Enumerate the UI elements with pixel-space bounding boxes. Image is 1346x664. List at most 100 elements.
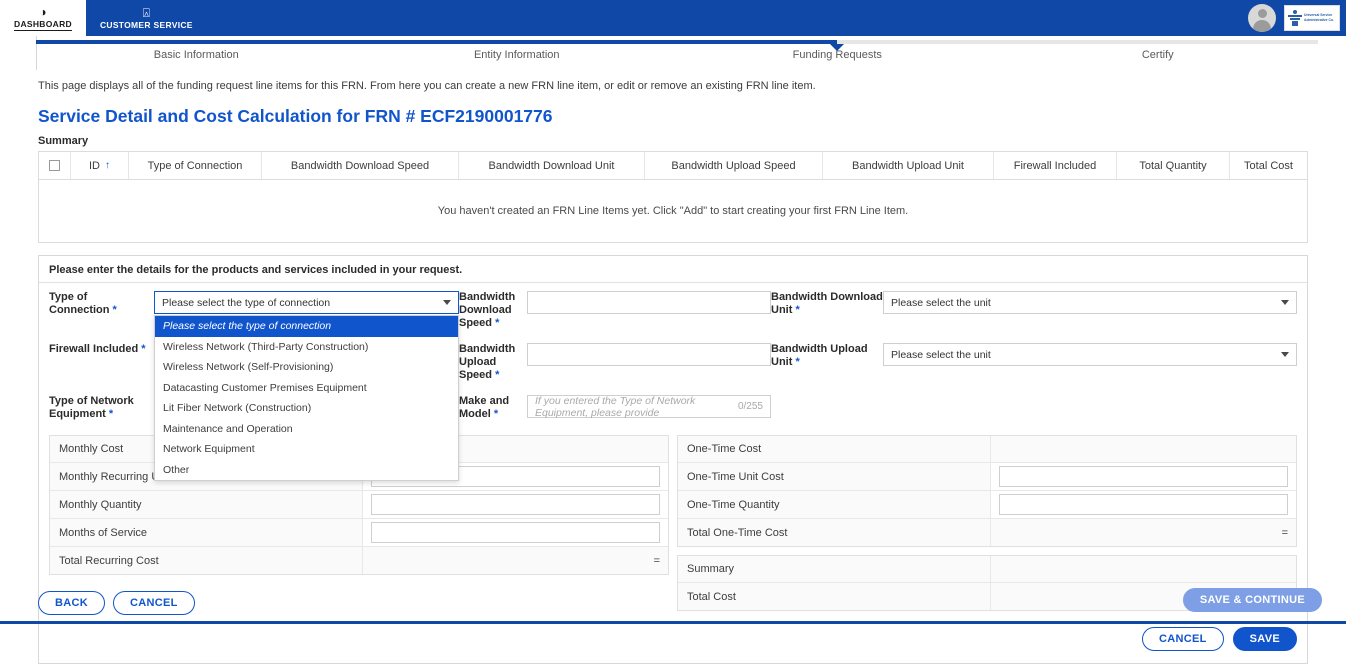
summary-header-type-of-connection[interactable]: Type of Connection: [129, 152, 262, 179]
footer-right-actions: SAVE & CONTINUE: [1182, 588, 1322, 612]
cost-row-value[interactable]: [991, 463, 1296, 490]
cost-row-label: Total One-Time Cost: [678, 519, 991, 546]
summary-header-id[interactable]: ID ↑: [71, 152, 129, 179]
summary-empty-message: You haven't created an FRN Line Items ye…: [437, 205, 909, 217]
onetime-cost-table: One-Time Cost One-Time Unit Cost One-Time …: [677, 435, 1297, 547]
type-of-connection-placeholder: Please select the type of connection: [162, 296, 331, 309]
label-bandwidth-download-unit: Bandwidth Download Unit *: [771, 291, 883, 316]
make-and-model-char-counter: 0/255: [737, 401, 763, 412]
dropdown-option[interactable]: Other: [155, 460, 458, 481]
dropdown-option[interactable]: Wireless Network (Third-Party Constructi…: [155, 337, 458, 358]
cost-row: Summary: [678, 556, 1296, 583]
cost-row-label: One-Time Cost: [678, 436, 991, 462]
dropdown-option[interactable]: Maintenance and Operation: [155, 419, 458, 440]
cost-input[interactable]: [371, 494, 660, 515]
cost-row: One-Time Cost: [678, 436, 1296, 463]
summary-header-bandwidth-upload-speed[interactable]: Bandwidth Upload Speed: [645, 152, 823, 179]
bandwidth-download-speed-input[interactable]: [527, 291, 771, 314]
step-funding-requests[interactable]: Funding Requests: [677, 49, 998, 61]
detail-form-area: Type of Connection * Please select the t…: [39, 283, 1307, 481]
cost-row: One-Time Quantity: [678, 491, 1296, 519]
type-of-connection-select[interactable]: Please select the type of connection: [154, 291, 459, 314]
cost-row-value: =: [991, 519, 1296, 546]
type-of-connection-dropdown[interactable]: Please select the type of connection Wire…: [154, 315, 459, 481]
cost-input[interactable]: [999, 494, 1288, 515]
select-all-checkbox[interactable]: [49, 160, 60, 171]
label-bandwidth-upload-unit: Bandwidth Upload Unit *: [771, 343, 868, 368]
label-bandwidth-download-speed: Bandwidth Download Speed *: [459, 291, 516, 329]
cost-row-label: Months of Service: [50, 519, 363, 546]
bandwidth-upload-speed-input[interactable]: [527, 343, 771, 366]
computed-equals-sign: =: [653, 554, 660, 567]
dropdown-option[interactable]: Please select the type of connection: [155, 316, 458, 337]
summary-caption: Summary: [38, 135, 89, 147]
dropdown-option[interactable]: Wireless Network (Self-Provisioning): [155, 357, 458, 378]
step-entity-information[interactable]: Entity Information: [357, 49, 678, 61]
cost-row: Total One-Time Cost =: [678, 519, 1296, 546]
cost-input[interactable]: [371, 522, 660, 543]
make-and-model-placeholder: If you entered the Type of Network Equip…: [535, 394, 696, 419]
detail-panel-header: Please enter the details for the product…: [39, 256, 1307, 283]
nav-item-customer-service[interactable]: ⍓ CUSTOMER SERVICE: [86, 0, 207, 36]
cost-row-value[interactable]: [991, 491, 1296, 518]
cost-row-label: Total Recurring Cost: [50, 547, 363, 574]
label-bandwidth-upload-speed: Bandwidth Upload Speed *: [459, 343, 516, 381]
dropdown-option[interactable]: Lit Fiber Network (Construction): [155, 398, 458, 419]
save-and-continue-button[interactable]: SAVE & CONTINUE: [1182, 588, 1322, 612]
chevron-down-icon: [1281, 300, 1289, 305]
cost-row-value: [991, 436, 1296, 462]
top-navigation-bar: ◑ DASHBOARD ⍓ CUSTOMER SERVICE Universal…: [0, 0, 1346, 36]
dashboard-gauge-icon: ◑: [39, 4, 47, 19]
cost-row-value[interactable]: [363, 519, 668, 546]
footer-left-actions: BACK CANCEL: [38, 591, 195, 615]
detail-cancel-button[interactable]: CANCEL: [1142, 627, 1224, 651]
cost-input[interactable]: [999, 466, 1288, 487]
usac-logo-text: Universal Service Administrative Co.: [1304, 13, 1334, 22]
page-title: Service Detail and Cost Calculation for …: [38, 106, 553, 126]
label-firewall-included: Firewall Included *: [49, 343, 146, 355]
bandwidth-upload-unit-select[interactable]: Please select the unit: [883, 343, 1297, 366]
sort-ascending-icon: ↑: [105, 160, 110, 171]
cost-row-value[interactable]: [363, 491, 668, 518]
make-and-model-input[interactable]: If you entered the Type of Network Equip…: [527, 394, 771, 419]
summary-header-bandwidth-download-speed[interactable]: Bandwidth Download Speed: [262, 152, 459, 179]
detail-panel-actions: CANCEL SAVE: [39, 621, 1307, 663]
summary-header-total-quantity[interactable]: Total Quantity: [1117, 152, 1230, 179]
summary-header-bandwidth-upload-unit[interactable]: Bandwidth Upload Unit: [823, 152, 994, 179]
computed-equals-sign: =: [1281, 526, 1288, 539]
summary-table: ID ↑ Type of Connection Bandwidth Downlo…: [38, 151, 1308, 243]
label-type-of-network-equipment: Type of Network Equipment *: [49, 395, 134, 420]
page-intro-text: This page displays all of the funding re…: [38, 80, 816, 92]
nav-right-cluster: Universal Service Administrative Co.: [1248, 0, 1346, 36]
dropdown-option[interactable]: Network Equipment: [155, 439, 458, 460]
nav-item-dashboard[interactable]: ◑ DASHBOARD: [0, 0, 86, 36]
bandwidth-upload-unit-placeholder: Please select the unit: [891, 348, 991, 361]
page-footer: BACK CANCEL SAVE & CONTINUE: [0, 588, 1346, 624]
usac-logo-mark-icon: [1288, 10, 1302, 26]
cost-row-value: =: [363, 547, 668, 574]
footer-cancel-button[interactable]: CANCEL: [112, 591, 195, 615]
step-certify[interactable]: Certify: [998, 49, 1319, 61]
cost-row-value: [991, 556, 1296, 582]
stepper-labels: Basic Information Entity Information Fun…: [36, 49, 1318, 61]
summary-header-firewall-included[interactable]: Firewall Included: [994, 152, 1117, 179]
chevron-down-icon: [443, 300, 451, 305]
usac-logo: Universal Service Administrative Co.: [1284, 5, 1340, 31]
avatar[interactable]: [1248, 4, 1276, 32]
summary-header-total-cost[interactable]: Total Cost: [1230, 152, 1307, 179]
bandwidth-download-unit-select[interactable]: Please select the unit: [883, 291, 1297, 314]
back-button[interactable]: BACK: [38, 591, 105, 615]
cost-row: Months of Service: [50, 519, 668, 547]
cost-row: Total Recurring Cost =: [50, 547, 668, 574]
cost-row: One-Time Unit Cost: [678, 463, 1296, 491]
cost-row-label: One-Time Unit Cost: [678, 463, 991, 490]
dropdown-option[interactable]: Datacasting Customer Premises Equipment: [155, 378, 458, 399]
step-basic-information[interactable]: Basic Information: [36, 49, 357, 61]
label-make-and-model: Make and Model *: [459, 395, 510, 420]
cost-row-label: One-Time Quantity: [678, 491, 991, 518]
cost-row-label: Monthly Quantity: [50, 491, 363, 518]
summary-header-bandwidth-download-unit[interactable]: Bandwidth Download Unit: [459, 152, 645, 179]
summary-header-select-all[interactable]: [39, 152, 71, 179]
headset-icon: ⍓: [142, 5, 150, 20]
detail-save-button[interactable]: SAVE: [1232, 627, 1297, 651]
